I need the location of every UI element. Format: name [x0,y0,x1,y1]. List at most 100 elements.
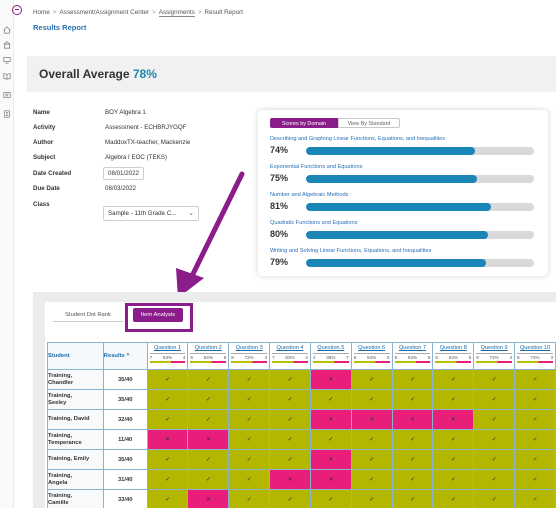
correct-cell[interactable]: ✓ [228,469,271,490]
correct-cell[interactable]: ✓ [309,389,352,410]
student-name[interactable]: Training, Seeley [47,389,104,410]
student-name[interactable]: Training, Angela [47,469,104,490]
correct-cell[interactable]: ✓ [391,429,434,450]
domain-name[interactable]: Exponential Functions and Equations [270,164,540,170]
correct-cell[interactable]: ✓ [146,369,189,390]
question-link[interactable]: Question 9 [474,343,514,351]
column-header-question[interactable]: Question 4 7 63% 4 [269,342,311,370]
question-link[interactable]: Question 8 [433,343,473,351]
correct-cell[interactable]: ✓ [187,369,230,390]
correct-cell[interactable]: ✓ [391,489,434,508]
id-card-icon[interactable] [3,91,11,99]
column-header-question[interactable]: Question 2 6 54% 5 [187,342,230,370]
incorrect-cell[interactable]: ✕ [146,429,189,450]
column-header-student[interactable]: Student [47,342,104,370]
incorrect-cell[interactable]: ✕ [432,409,475,430]
correct-cell[interactable]: ✓ [228,449,271,470]
incorrect-cell[interactable]: ✕ [187,429,230,450]
domain-name[interactable]: Writing and Solving Linear Functions, Eq… [270,248,540,254]
correct-cell[interactable]: ✓ [146,469,189,490]
correct-cell[interactable]: ✓ [473,409,516,430]
correct-cell[interactable]: ✓ [432,429,475,450]
correct-cell[interactable]: ✓ [228,369,271,390]
breadcrumb-center[interactable]: Assessment/Assignment Center [59,9,149,16]
incorrect-cell[interactable]: ✕ [309,449,352,470]
incorrect-cell[interactable]: ✕ [391,409,434,430]
question-link[interactable]: Question 5 [311,343,351,351]
correct-cell[interactable]: ✓ [187,389,230,410]
column-header-question[interactable]: Question 7 6 54% 5 [391,342,434,370]
student-name[interactable]: Training, Camille [47,489,104,508]
correct-cell[interactable]: ✓ [350,369,393,390]
correct-cell[interactable]: ✓ [473,449,516,470]
correct-cell[interactable]: ✓ [514,449,556,470]
domain-name[interactable]: Quadratic Functions and Equations [270,220,540,226]
correct-cell[interactable]: ✓ [432,449,475,470]
correct-cell[interactable]: ✓ [514,369,556,390]
correct-cell[interactable]: ✓ [228,389,271,410]
correct-cell[interactable]: ✓ [514,389,556,410]
correct-cell[interactable]: ✓ [514,469,556,490]
tab-view-by-standard[interactable]: View By Standard [338,118,400,128]
correct-cell[interactable]: ✓ [432,489,475,508]
correct-cell[interactable]: ✓ [228,429,271,450]
correct-cell[interactable]: ✓ [309,489,352,508]
correct-cell[interactable]: ✓ [473,369,516,390]
column-header-question[interactable]: Question 6 6 54% 5 [350,342,393,370]
book-icon[interactable] [3,72,11,80]
correct-cell[interactable]: ✓ [432,469,475,490]
correct-cell[interactable]: ✓ [473,469,516,490]
correct-cell[interactable]: ✓ [269,449,311,470]
correct-cell[interactable]: ✓ [473,389,516,410]
correct-cell[interactable]: ✓ [473,429,516,450]
correct-cell[interactable]: ✓ [432,389,475,410]
correct-cell[interactable]: ✓ [514,429,556,450]
question-link[interactable]: Question 7 [393,343,433,351]
building-icon[interactable] [3,41,11,49]
incorrect-cell[interactable]: ✕ [350,409,393,430]
correct-cell[interactable]: ✓ [391,389,434,410]
correct-cell[interactable]: ✓ [269,369,311,390]
correct-cell[interactable]: ✓ [350,469,393,490]
domain-name[interactable]: Number and Algebraic Methods [270,192,540,198]
correct-cell[interactable]: ✓ [391,469,434,490]
incorrect-cell[interactable]: ✕ [269,469,311,490]
correct-cell[interactable]: ✓ [473,489,516,508]
student-name[interactable]: Training, Chandler [47,369,104,390]
correct-cell[interactable]: ✓ [187,409,230,430]
domain-name[interactable]: Describing and Graphing Linear Functions… [270,136,540,142]
monitor-icon[interactable] [3,56,11,64]
document-icon[interactable] [3,110,11,118]
correct-cell[interactable]: ✓ [391,449,434,470]
column-header-results[interactable]: Results ^ [102,342,148,370]
column-header-question[interactable]: Question 9 8 72% 3 [473,342,516,370]
incorrect-cell[interactable]: ✕ [309,409,352,430]
column-header-question[interactable]: Question 3 8 72% 3 [228,342,271,370]
column-header-question[interactable]: Question 1 7 63% 4 [146,342,189,370]
correct-cell[interactable]: ✓ [187,469,230,490]
correct-cell[interactable]: ✓ [350,389,393,410]
logout-icon[interactable] [12,5,22,15]
tab-scores-by-domain[interactable]: Scores by Domain [270,118,338,128]
correct-cell[interactable]: ✓ [350,429,393,450]
correct-cell[interactable]: ✓ [269,429,311,450]
correct-cell[interactable]: ✓ [269,409,311,430]
correct-cell[interactable]: ✓ [350,449,393,470]
correct-cell[interactable]: ✓ [269,389,311,410]
column-header-question[interactable]: Question 5 4 36% 7 [309,342,352,370]
column-header-question[interactable]: Question 8 6 54% 5 [432,342,475,370]
student-name[interactable]: Training, Emily [47,449,104,470]
correct-cell[interactable]: ✓ [514,409,556,430]
student-name[interactable]: Training, Temperance [47,429,104,450]
tab-student-dot-rank[interactable]: Student Dot Rank [53,308,123,322]
correct-cell[interactable]: ✓ [432,369,475,390]
correct-cell[interactable]: ✓ [187,449,230,470]
correct-cell[interactable]: ✓ [146,389,189,410]
correct-cell[interactable]: ✓ [228,489,271,508]
correct-cell[interactable]: ✓ [146,409,189,430]
incorrect-cell[interactable]: ✕ [309,469,352,490]
correct-cell[interactable]: ✓ [146,449,189,470]
incorrect-cell[interactable]: ✕ [187,489,230,508]
correct-cell[interactable]: ✓ [391,369,434,390]
correct-cell[interactable]: ✓ [146,489,189,508]
